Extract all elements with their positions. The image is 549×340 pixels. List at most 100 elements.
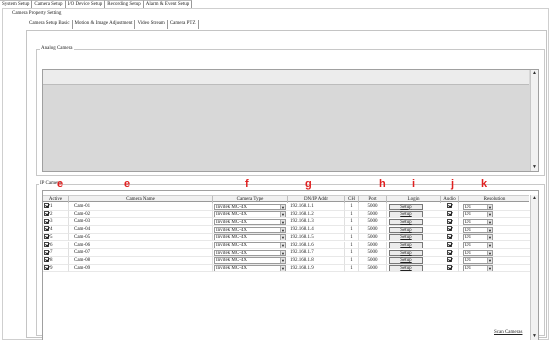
login-setup-button[interactable]: Setup xyxy=(389,249,423,256)
active-checkbox[interactable] xyxy=(44,218,49,224)
ch-cell[interactable]: 1 xyxy=(345,264,359,273)
camera-type-select[interactable]: Invitek MC-4X ▼ xyxy=(214,211,286,218)
chevron-down-icon[interactable]: ▼ xyxy=(280,212,285,217)
ch-cell[interactable]: 1 xyxy=(345,241,359,250)
camera-name-cell[interactable]: Cam-04 xyxy=(69,226,213,234)
login-setup-button[interactable]: Setup xyxy=(389,234,423,241)
port-cell[interactable]: 5000 xyxy=(359,241,387,250)
col-port[interactable]: Port xyxy=(359,196,387,203)
audio-checkbox[interactable] xyxy=(447,241,452,247)
tab-camera-setup-basic[interactable]: Camera Setup Basic xyxy=(27,20,73,29)
active-checkbox[interactable] xyxy=(44,249,49,255)
camera-type-select[interactable]: Invitek MC-4X ▼ xyxy=(214,234,286,241)
audio-checkbox[interactable] xyxy=(447,226,452,232)
camera-name-cell[interactable]: Cam-03 xyxy=(69,218,213,227)
ip-addr-cell[interactable]: 192.168.1.4 xyxy=(288,226,345,234)
audio-checkbox[interactable] xyxy=(447,203,452,209)
login-setup-button[interactable]: Setup xyxy=(389,257,423,264)
col-camera-name[interactable]: Camera Name xyxy=(69,196,213,203)
ip-addr-cell[interactable]: 192.168.1.6 xyxy=(288,241,345,250)
scroll-down-icon[interactable]: ▼ xyxy=(531,164,538,171)
tab-motion-image-adjustment[interactable]: Motion & Image Adjustment xyxy=(73,20,136,29)
resolution-select[interactable]: D1 ▼ xyxy=(463,203,493,210)
ip-addr-cell[interactable]: 192.168.1.9 xyxy=(288,264,345,273)
scroll-down-icon[interactable]: ▼ xyxy=(531,333,538,340)
camera-type-select[interactable]: Invitek MC-4X ▼ xyxy=(214,257,286,264)
port-cell[interactable]: 5000 xyxy=(359,249,387,257)
chevron-down-icon[interactable]: ▼ xyxy=(280,258,285,263)
ch-cell[interactable]: 1 xyxy=(345,249,359,257)
table-row[interactable]: 4 Cam-04 Invitek MC-4X ▼ 192.168.1.4 1 5000 Set… xyxy=(43,226,531,234)
resolution-select[interactable]: D1 ▼ xyxy=(463,226,493,233)
resolution-select[interactable]: D1 ▼ xyxy=(463,242,493,249)
chevron-down-icon[interactable]: ▼ xyxy=(487,266,492,271)
chevron-down-icon[interactable]: ▼ xyxy=(487,212,492,217)
camera-name-cell[interactable]: Cam-01 xyxy=(69,203,213,211)
col-audio[interactable]: Audio xyxy=(441,196,459,203)
port-cell[interactable]: 5000 xyxy=(359,233,387,242)
active-checkbox[interactable] xyxy=(44,264,49,270)
col-resolution[interactable]: Resolution xyxy=(459,196,531,203)
audio-checkbox[interactable] xyxy=(447,264,452,270)
col-active[interactable]: Active xyxy=(43,196,69,203)
table-row[interactable]: 2 Cam-02 Invitek MC-4X ▼ 192.168.1.2 1 5000 Set… xyxy=(43,210,531,219)
ip-addr-cell[interactable]: 192.168.1.5 xyxy=(288,233,345,242)
audio-checkbox[interactable] xyxy=(447,234,452,240)
camera-type-select[interactable]: Invitek MC-4X ▼ xyxy=(214,249,286,256)
camera-type-select[interactable]: Invitek MC-4X ▼ xyxy=(214,242,286,249)
analog-list-scrollbar[interactable]: ▲ ▼ xyxy=(530,70,538,171)
tab-camera-ptz[interactable]: Camera PTZ xyxy=(168,20,199,29)
ch-cell[interactable]: 1 xyxy=(345,210,359,219)
camera-name-cell[interactable]: Cam-09 xyxy=(69,264,213,273)
resolution-select[interactable]: D1 ▼ xyxy=(463,257,493,264)
camera-type-select[interactable]: Invitek MC-4X ▼ xyxy=(214,203,286,210)
audio-checkbox[interactable] xyxy=(447,211,452,217)
col-login[interactable]: Login xyxy=(387,196,441,203)
chevron-down-icon[interactable]: ▼ xyxy=(280,219,285,224)
chevron-down-icon[interactable]: ▼ xyxy=(280,204,285,209)
port-cell[interactable]: 5000 xyxy=(359,226,387,234)
resolution-select[interactable]: D1 ▼ xyxy=(463,265,493,272)
active-checkbox[interactable] xyxy=(44,211,49,217)
table-row[interactable]: 8 Cam-08 Invitek MC-4X ▼ 192.168.1.8 1 5000 Set… xyxy=(43,256,531,265)
camera-type-select[interactable]: Invitek MC-4X ▼ xyxy=(214,218,286,226)
port-cell[interactable]: 5000 xyxy=(359,256,387,265)
login-setup-button[interactable]: Setup xyxy=(389,242,423,249)
table-row[interactable]: 3 Cam-03 Invitek MC-4X ▼ 192.168.1.3 1 5000 Set… xyxy=(43,218,531,227)
login-setup-button[interactable]: Setup xyxy=(389,265,423,272)
audio-checkbox[interactable] xyxy=(447,257,452,263)
table-row[interactable]: 9 Cam-09 Invitek MC-4X ▼ 192.168.1.9 1 5000 Set… xyxy=(43,264,531,273)
chevron-down-icon[interactable]: ▼ xyxy=(487,235,492,240)
resolution-select[interactable]: D1 ▼ xyxy=(463,249,493,256)
scroll-up-icon[interactable]: ▲ xyxy=(531,195,538,202)
chevron-down-icon[interactable]: ▼ xyxy=(487,250,492,255)
table-row[interactable]: 6 Cam-06 Invitek MC-4X ▼ 192.168.1.6 1 5000 Set… xyxy=(43,241,531,250)
ip-addr-cell[interactable]: 192.168.1.2 xyxy=(288,210,345,219)
ch-cell[interactable]: 1 xyxy=(345,203,359,211)
scroll-up-icon[interactable]: ▲ xyxy=(531,70,538,77)
col-ch[interactable]: CH xyxy=(345,196,359,203)
login-setup-button[interactable]: Setup xyxy=(389,203,423,210)
camera-name-cell[interactable]: Cam-05 xyxy=(69,233,213,242)
camera-type-select[interactable]: Invitek MC-4X ▼ xyxy=(214,226,286,233)
camera-name-cell[interactable]: Cam-08 xyxy=(69,256,213,265)
scan-cameras-button[interactable]: Scan Cameras xyxy=(494,329,522,336)
resolution-select[interactable]: D1 ▼ xyxy=(463,234,493,241)
camera-name-cell[interactable]: Cam-07 xyxy=(69,249,213,257)
login-setup-button[interactable]: Setup xyxy=(389,218,423,226)
col-camera-type[interactable]: Camera Type xyxy=(213,196,288,203)
camera-type-select[interactable]: Invitek MC-4X ▼ xyxy=(214,265,286,272)
chevron-down-icon[interactable]: ▼ xyxy=(280,243,285,248)
table-row[interactable]: 5 Cam-05 Invitek MC-4X ▼ 192.168.1.5 1 5000 Set… xyxy=(43,233,531,242)
audio-checkbox[interactable] xyxy=(447,249,452,255)
port-cell[interactable]: 5000 xyxy=(359,203,387,211)
active-checkbox[interactable] xyxy=(44,203,49,209)
ip-addr-cell[interactable]: 192.168.1.1 xyxy=(288,203,345,211)
camera-name-cell[interactable]: Cam-02 xyxy=(69,210,213,219)
tab-video-stream[interactable]: Video Stream xyxy=(135,20,168,29)
chevron-down-icon[interactable]: ▼ xyxy=(487,258,492,263)
port-cell[interactable]: 5000 xyxy=(359,218,387,227)
ip-addr-cell[interactable]: 192.168.1.3 xyxy=(288,218,345,227)
active-checkbox[interactable] xyxy=(44,226,49,232)
col-ip-addr[interactable]: DN/IP Addr xyxy=(288,196,345,203)
